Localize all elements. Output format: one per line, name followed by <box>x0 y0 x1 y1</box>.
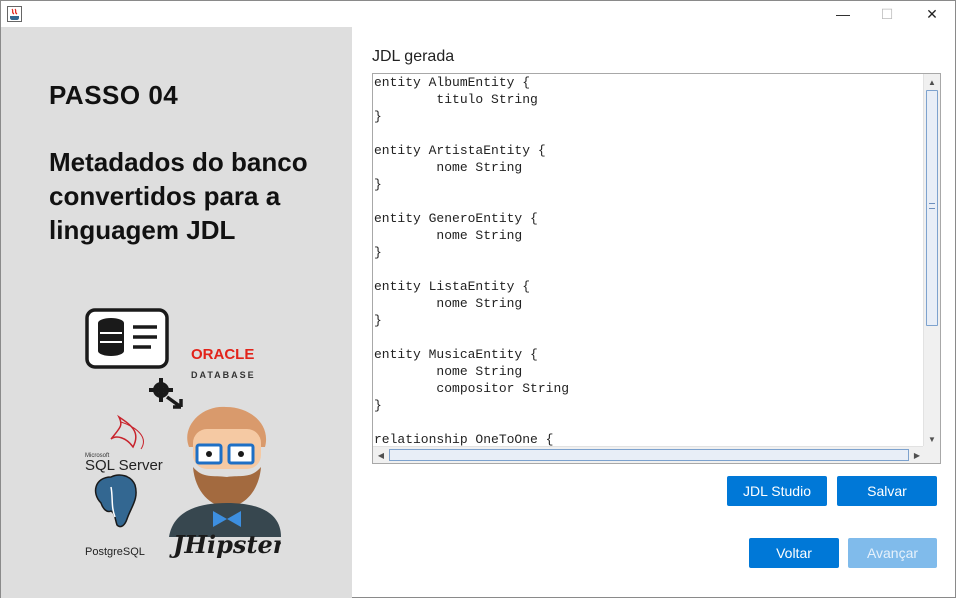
save-button[interactable]: Salvar <box>837 476 937 506</box>
svg-text:PostgreSQL: PostgreSQL <box>85 546 145 558</box>
maximize-icon: ☐ <box>880 5 894 22</box>
minimize-button[interactable]: — <box>828 1 858 27</box>
jdl-text-area[interactable]: entity AlbumEntity { titulo String } ent… <box>372 73 941 464</box>
scroll-down-icon[interactable]: ▼ <box>924 431 940 447</box>
wizard-side-panel: PASSO 04 Metadados do banco convertidos … <box>1 27 352 598</box>
jdl-studio-button[interactable]: JDL Studio <box>727 476 827 506</box>
grip-icon <box>929 203 935 209</box>
svg-text:SQL Server: SQL Server <box>85 457 163 474</box>
back-button[interactable]: Voltar <box>749 538 839 568</box>
maximize-button[interactable]: ☐ <box>872 1 902 27</box>
postgresql-logo: PostgreSQL <box>85 474 145 558</box>
database-logos-illustration: ORACLE DATABASE Microsoft SQL Server Pos… <box>85 308 281 559</box>
app-window: — ☐ ✕ PASSO 04 Metadados do banco conver… <box>0 0 956 598</box>
title-bar[interactable]: — ☐ ✕ <box>1 1 955 27</box>
step-title: PASSO 04 <box>49 80 179 110</box>
horizontal-scroll-thumb[interactable] <box>389 449 909 461</box>
close-icon: ✕ <box>926 5 938 22</box>
close-button[interactable]: ✕ <box>917 1 947 27</box>
svg-text:DATABASE: DATABASE <box>191 370 256 380</box>
arrow-icon <box>165 395 183 409</box>
vertical-scrollbar[interactable]: ▲ ▼ <box>923 74 940 447</box>
horizontal-scrollbar[interactable]: ◀ ▶ <box>373 446 925 463</box>
scroll-left-icon[interactable]: ◀ <box>373 447 389 463</box>
minimize-icon: — <box>836 6 850 22</box>
jdl-label: JDL gerada <box>372 48 455 65</box>
svg-text:ORACLE: ORACLE <box>191 346 254 363</box>
java-icon <box>7 6 22 22</box>
step-description: Metadados do banco convertidos para a li… <box>49 147 308 245</box>
svg-text:JHipster: JHipster <box>169 530 281 559</box>
scroll-corner <box>923 446 940 463</box>
jdl-code[interactable]: entity AlbumEntity { titulo String } ent… <box>374 74 924 447</box>
database-card-icon <box>85 308 169 369</box>
sql-server-logo: Microsoft SQL Server <box>85 414 163 474</box>
jhipster-mascot: JHipster <box>169 406 281 559</box>
scroll-up-icon[interactable]: ▲ <box>924 74 940 90</box>
next-button[interactable]: Avançar <box>848 538 937 568</box>
vertical-scroll-thumb[interactable] <box>926 90 938 326</box>
